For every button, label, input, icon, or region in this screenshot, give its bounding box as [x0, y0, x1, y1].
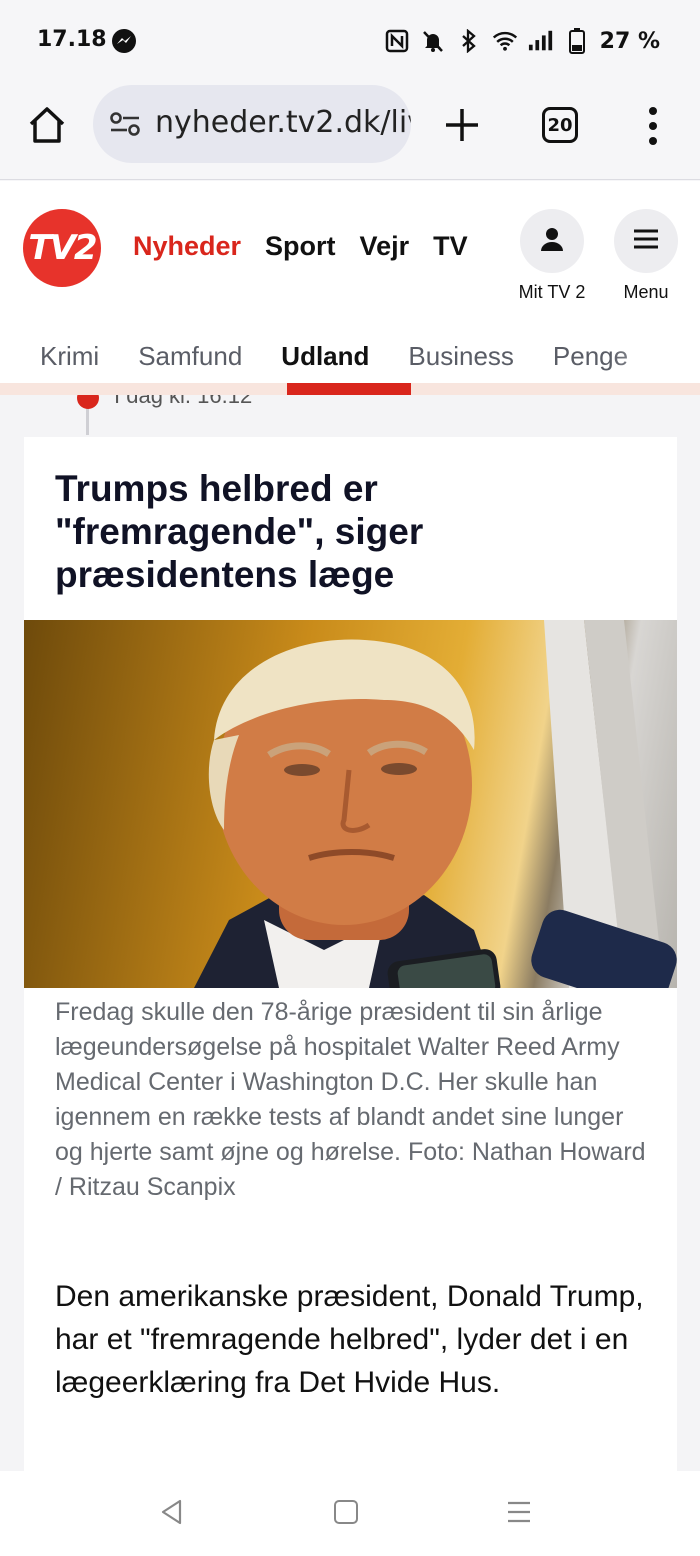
menu-button[interactable] — [614, 209, 678, 273]
home-icon[interactable] — [26, 104, 68, 146]
battery-icon — [564, 28, 590, 54]
site-settings-icon[interactable] — [109, 111, 141, 141]
status-time: 17.18 — [37, 27, 107, 52]
article-photo[interactable] — [24, 620, 677, 988]
subnav-item-samfund[interactable]: Samfund — [138, 341, 242, 372]
logo-text: TV2 — [28, 228, 97, 268]
browser-toolbar: nyheder.tv2.dk/liv 20 — [0, 80, 700, 180]
tv2-logo[interactable]: TV2 — [23, 209, 101, 287]
timeline-dot — [77, 395, 99, 409]
article-feed: I dag kl. 16.12 Trumps helbred er "fremr… — [0, 395, 700, 1471]
account-button[interactable] — [520, 209, 584, 273]
bluetooth-icon — [456, 28, 482, 54]
post-timestamp: I dag kl. 16.12 — [114, 395, 253, 408]
subnav-item-udland[interactable]: Udland — [281, 341, 369, 372]
nfc-icon — [384, 28, 410, 54]
messenger-icon — [112, 29, 136, 53]
signal-icon — [528, 28, 554, 54]
site-header: TV2 Nyheder Sport Vejr TV Mit TV 2 Menu — [0, 181, 700, 321]
subnav-item-krimi[interactable]: Krimi — [40, 341, 99, 372]
nav-item-tv[interactable]: TV — [433, 231, 468, 262]
recents-icon[interactable] — [507, 1501, 531, 1527]
more-icon[interactable] — [645, 104, 661, 148]
wifi-icon — [492, 28, 518, 54]
subnav-active-indicator — [287, 383, 411, 395]
user-icon — [538, 225, 566, 257]
status-bar: 17.18 27 % — [0, 0, 700, 80]
tab-switcher-button[interactable]: 20 — [542, 107, 578, 143]
nav-item-nyheder[interactable]: Nyheder — [133, 231, 241, 262]
battery-percent: 27 % — [599, 28, 660, 54]
main-nav: Nyheder Sport Vejr TV — [133, 231, 468, 262]
section-subnav: Krimi Samfund Udland Business Penge — [0, 321, 700, 391]
address-bar[interactable]: nyheder.tv2.dk/liv — [93, 85, 411, 163]
article-lede: Den amerikanske præsident, Donald Trump,… — [55, 1280, 644, 1399]
subnav-item-business[interactable]: Business — [408, 341, 514, 372]
portrait-illustration — [194, 620, 677, 988]
home-square-icon[interactable] — [334, 1500, 358, 1524]
menu-label[interactable]: Menu — [596, 282, 696, 303]
account-label[interactable]: Mit TV 2 — [502, 282, 602, 303]
nav-item-vejr[interactable]: Vejr — [360, 231, 410, 262]
subnav-fade — [610, 321, 700, 391]
url-text: nyheder.tv2.dk/liv — [155, 105, 411, 140]
live-post-card: Trumps helbred er "fremragende", siger p… — [24, 437, 677, 1471]
new-tab-icon[interactable] — [440, 103, 484, 147]
system-nav-bar — [0, 1471, 700, 1556]
nav-item-sport[interactable]: Sport — [265, 231, 336, 262]
photo-caption: Fredag skulle den 78-årige præsident til… — [55, 998, 646, 1201]
status-icons: 27 % — [384, 24, 660, 58]
mute-icon — [420, 28, 446, 54]
article-headline: Trumps helbred er "fremragende", siger p… — [55, 468, 424, 595]
hamburger-icon — [632, 227, 660, 255]
back-icon[interactable] — [160, 1499, 184, 1529]
